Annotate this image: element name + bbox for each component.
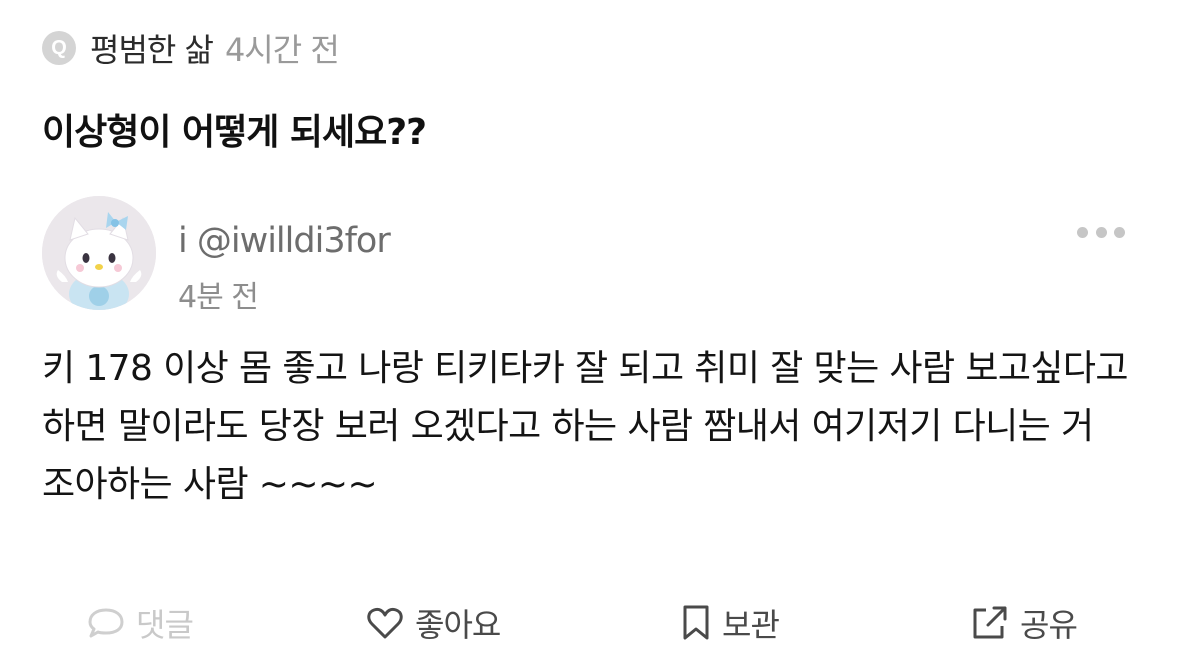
avatar[interactable]: [42, 196, 156, 310]
asked-time: 4시간 전: [224, 31, 340, 69]
share-icon: [973, 606, 1007, 639]
action-bar: 댓글 좋아요 보관 공유: [0, 590, 1179, 656]
avatar-image: [42, 196, 156, 310]
question-title: 이상형이 어떻게 되세요??: [42, 112, 427, 153]
share-button[interactable]: 공유: [970, 600, 1078, 646]
more-dot: [1114, 226, 1125, 238]
save-button[interactable]: 보관: [680, 600, 780, 646]
speech-bubble-icon: [88, 608, 124, 638]
more-dot: [1095, 226, 1107, 238]
answer-time: 4분 전: [178, 280, 259, 315]
like-button[interactable]: 좋아요: [365, 600, 501, 646]
answer-body: 키 178 이상 몸 좋고 나랑 티키타카 잘 되고 취미 잘 맞는 사람 보고…: [42, 348, 1129, 505]
comment-label: 댓글: [136, 606, 194, 644]
answerer-display-name[interactable]: i @iwilldi3for: [178, 221, 391, 261]
more-dot: [1077, 226, 1088, 238]
save-label: 보관: [722, 606, 780, 644]
question-badge: Q: [42, 31, 76, 65]
heart-icon: [367, 607, 403, 639]
question-header: Q 평범한 삶 4시간 전: [42, 24, 340, 72]
like-label: 좋아요: [415, 606, 501, 644]
comment-button[interactable]: 댓글: [86, 600, 194, 646]
share-label: 공유: [1020, 606, 1078, 644]
more-dots-icon[interactable]: [1077, 216, 1125, 248]
bookmark-icon: [683, 605, 709, 640]
asker-name[interactable]: 평범한 삶: [90, 25, 214, 71]
